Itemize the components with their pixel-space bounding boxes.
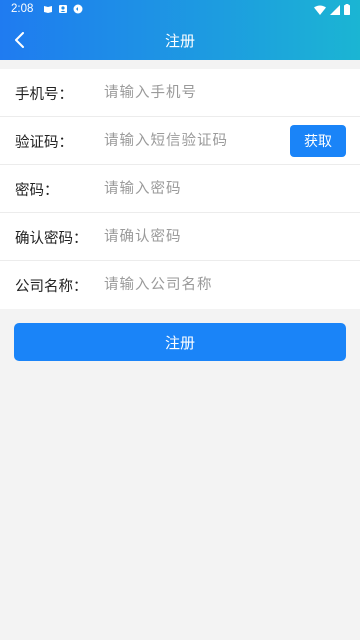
phone-label: 手机号： <box>15 87 73 103</box>
signal-icon <box>330 4 340 15</box>
sms-code-label: 验证码： <box>15 135 73 151</box>
header-bar: 2:08 注册 <box>0 0 360 60</box>
password-row: 密码： <box>0 165 360 213</box>
phone-input[interactable] <box>104 80 284 106</box>
phone-row: 手机号： <box>0 69 360 117</box>
page-title: 注册 <box>164 32 195 50</box>
status-icons-left <box>43 4 83 14</box>
book-icon <box>44 6 52 13</box>
confirm-password-label: 确认密码： <box>15 231 88 247</box>
confirm-password-row: 确认密码： <box>0 213 360 261</box>
battery-icon <box>344 4 350 15</box>
register-form: 手机号： 验证码： 获取 密码： 确认密码： 公司名称： <box>0 69 360 309</box>
register-button[interactable]: 注册 <box>14 323 346 361</box>
status-bar: 2:08 <box>0 0 360 20</box>
contacts-icon <box>59 5 67 13</box>
status-icons-right <box>314 4 350 15</box>
app-bar: 注册 <box>0 20 360 60</box>
company-name-label: 公司名称： <box>15 279 88 295</box>
confirm-password-input[interactable] <box>104 224 284 250</box>
status-time: 2:08 <box>11 3 34 15</box>
get-code-button[interactable]: 获取 <box>290 125 346 157</box>
sms-code-row: 验证码： 获取 <box>0 117 360 165</box>
password-label: 密码： <box>15 183 59 199</box>
company-name-input[interactable] <box>104 272 284 298</box>
wifi-icon <box>314 5 326 15</box>
password-input[interactable] <box>104 176 284 202</box>
sync-icon <box>73 4 83 14</box>
sms-code-input[interactable] <box>104 128 284 154</box>
company-name-row: 公司名称： <box>0 261 360 309</box>
